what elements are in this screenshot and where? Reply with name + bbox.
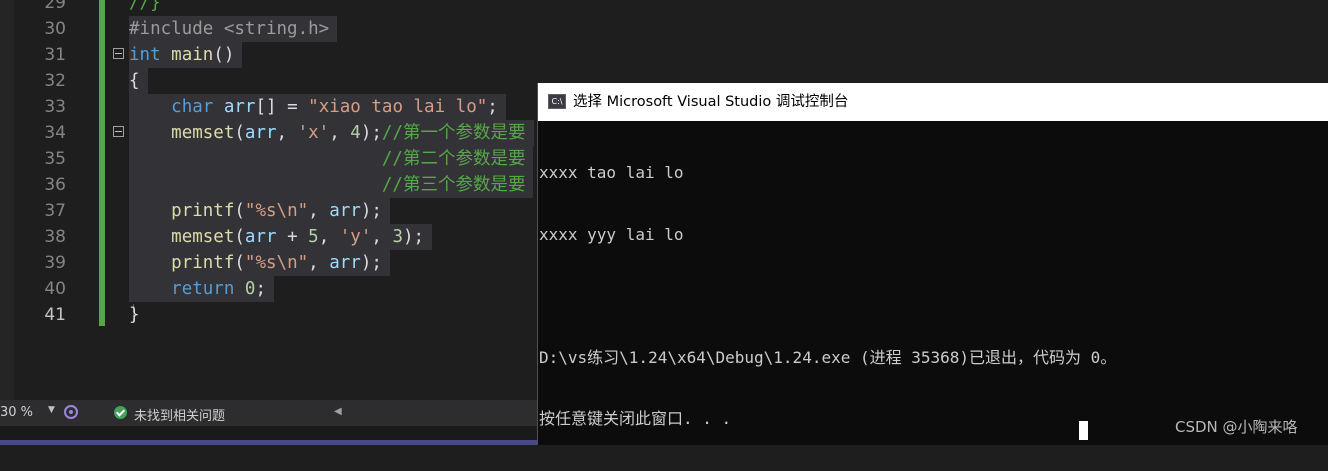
line-number: 37 — [44, 201, 66, 221]
code-comment: //} — [129, 0, 161, 13]
console-line: xxxx yyy lai lo — [539, 224, 684, 244]
code-text[interactable]: char arr[] = "xiao tao lai lo"; — [129, 94, 506, 120]
bottom-accent-bar — [0, 440, 538, 445]
collapse-icon[interactable] — [113, 126, 124, 137]
collapse-icon[interactable] — [113, 48, 124, 59]
console-output[interactable]: xxxx tao lai lo xxxx yyy lai lo D:\vs练习\… — [539, 122, 1116, 471]
code-text[interactable]: { — [129, 68, 148, 94]
code-text[interactable]: //第三个参数是要 — [129, 172, 534, 198]
copilot-icon[interactable] — [63, 404, 79, 420]
code-line[interactable]: 29 //} — [0, 0, 1328, 16]
line-number: 40 — [44, 279, 66, 299]
zoom-level[interactable]: 30 % — [0, 405, 33, 420]
code-text[interactable]: //} — [129, 0, 169, 16]
code-text[interactable]: } — [129, 302, 148, 328]
chevron-down-icon[interactable]: ▼ — [48, 405, 55, 415]
scroll-left-icon[interactable]: ◀ — [334, 406, 342, 417]
code-line[interactable]: 30 #include <string.h> — [0, 16, 1328, 42]
code-text[interactable]: int main() — [129, 42, 243, 68]
line-number: 33 — [44, 97, 66, 117]
code-text[interactable]: return 0; — [129, 276, 275, 302]
check-circle-icon — [114, 406, 127, 419]
line-number: 35 — [44, 149, 66, 169]
console-line: D:\vs练习\1.24\x64\Debug\1.24.exe (进程 3536… — [539, 347, 1117, 367]
line-number: 31 — [44, 45, 66, 65]
code-text[interactable]: memset(arr + 5, 'y', 3); — [129, 224, 433, 250]
console-line: xxxx tao lai lo — [539, 163, 684, 182]
line-number: 38 — [44, 227, 66, 247]
line-number: 39 — [44, 253, 66, 273]
status-bar: 30 % ▼ 未找到相关问题 ◀ — [0, 400, 538, 426]
line-number: 29 — [44, 0, 66, 13]
code-line[interactable]: 31 int main() — [0, 42, 1328, 68]
console-line: 按任意键关闭此窗口. . . — [539, 409, 732, 428]
console-titlebar[interactable]: C:\ 选择 Microsoft Visual Studio 调试控制台 — [538, 83, 1328, 121]
console-app-icon: C:\ — [548, 94, 566, 109]
console-cursor — [1079, 421, 1088, 440]
line-number: 34 — [44, 123, 66, 143]
code-text[interactable]: #include <string.h> — [129, 16, 338, 42]
line-number: 36 — [44, 175, 66, 195]
problems-status[interactable]: 未找到相关问题 — [134, 405, 225, 424]
code-text[interactable]: memset(arr, 'x', 4);//第一个参数是要 — [129, 120, 534, 146]
console-title: 选择 Microsoft Visual Studio 调试控制台 — [573, 94, 849, 110]
line-number: 32 — [44, 71, 66, 91]
watermark: CSDN @小陶来咯 — [1175, 418, 1298, 436]
code-text[interactable]: //第二个参数是要 — [129, 146, 534, 172]
line-number: 30 — [44, 19, 66, 39]
code-text[interactable]: printf("%s\n", arr); — [129, 198, 390, 224]
code-text[interactable]: printf("%s\n", arr); — [129, 250, 390, 276]
debug-console-window[interactable]: C:\ 选择 Microsoft Visual Studio 调试控制台 xxx… — [537, 83, 1328, 445]
line-number: 41 — [44, 305, 66, 325]
